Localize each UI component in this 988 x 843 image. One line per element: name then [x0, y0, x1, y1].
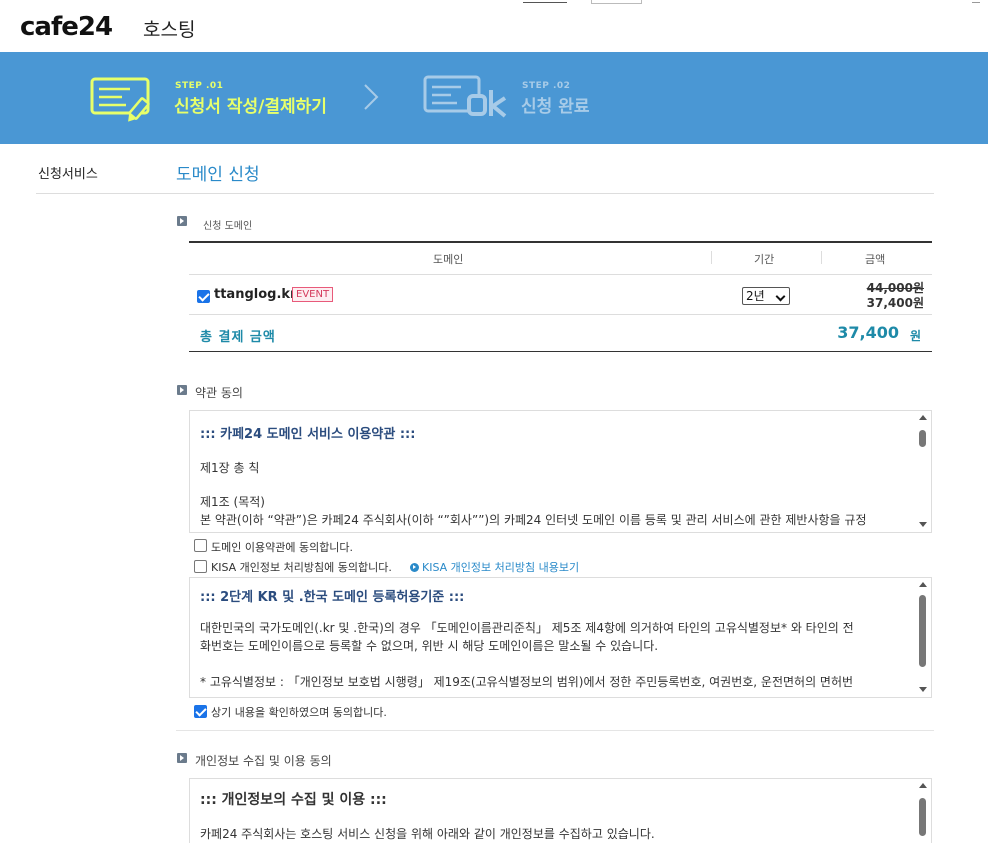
scroll-up-icon[interactable]: [919, 783, 927, 788]
kr-domain-terms-box[interactable]: ::: 2단계 KR 및 .한국 도메인 등록허용기준 ::: 대한민국의 국가…: [189, 577, 932, 698]
terms-scrollbar[interactable]: [915, 411, 931, 532]
column-header-price: 금액: [865, 253, 886, 266]
column-header-domain: 도메인: [433, 253, 464, 266]
agree-kr-checkbox[interactable]: [194, 705, 207, 718]
terms-title: ::: 카페24 도메인 서비스 이용약관 :::: [200, 427, 416, 442]
discount-price: 37,400원: [866, 296, 924, 310]
page-title: 도메인 신청: [176, 165, 260, 185]
scroll-up-icon[interactable]: [919, 415, 927, 420]
privacy-terms-box[interactable]: ::: 개인정보의 수집 및 이용 ::: 카페24 주식회사는 호스팅 서비스…: [189, 778, 932, 843]
top-nav-icon[interactable]: [972, 0, 980, 3]
agree-terms-checkbox[interactable]: [194, 539, 207, 552]
step2-title: 신청 완료: [521, 97, 590, 117]
kr-terms-line: 화번호는 도메인이름으로 등록할 수 없으며, 위반 시 해당 도메인이름은 말…: [200, 639, 659, 653]
agree-kr-label[interactable]: 상기 내용을 확인하였으며 동의합니다.: [211, 704, 387, 720]
step1-number: STEP .01: [175, 81, 224, 91]
agree-kisa-label[interactable]: KISA 개인정보 처리방침에 동의합니다.: [211, 559, 392, 575]
divider: [176, 730, 934, 731]
step2-number: STEP .02: [522, 81, 571, 91]
event-badge: EVENT: [292, 287, 334, 302]
form-complete-icon: [423, 75, 507, 118]
privacy-line: 카페24 주식회사는 호스팅 서비스 신청을 위해 아래와 같이 개인정보를 수…: [200, 827, 655, 841]
total-unit: 원: [909, 329, 921, 343]
divider: [36, 193, 176, 194]
scroll-thumb[interactable]: [919, 798, 926, 836]
bullet-icon: [177, 753, 187, 763]
domain-name: ttanglog.kr: [214, 287, 297, 302]
divider: [176, 193, 934, 194]
logo-subtitle: 호스팅: [143, 19, 196, 41]
top-nav-link[interactable]: [523, 0, 567, 3]
scroll-down-icon[interactable]: [919, 522, 927, 527]
privacy-scrollbar[interactable]: [915, 779, 931, 843]
privacy-title: ::: 개인정보의 수집 및 이용 :::: [200, 792, 387, 808]
kr-terms-scrollbar[interactable]: [915, 578, 931, 697]
total-amount: 37,400: [837, 323, 899, 342]
step1-title: 신청서 작성/결제하기: [174, 97, 327, 117]
privacy-section-heading: 개인정보 수집 및 이용 동의: [195, 754, 332, 768]
column-header-period: 기간: [754, 253, 775, 266]
terms-line: 제1조 (목적): [200, 495, 265, 509]
domain-section-heading: 신청 도메인: [203, 221, 253, 232]
agree-kisa-checkbox[interactable]: [194, 560, 207, 573]
bullet-icon: [177, 216, 187, 226]
total-label: 총 결제 금액: [200, 330, 276, 345]
chevron-right-icon: [364, 84, 379, 110]
kisa-policy-link[interactable]: KISA 개인정보 처리방침 내용보기: [410, 559, 579, 575]
cafe24-logo[interactable]: cafe24: [20, 12, 113, 42]
scroll-up-icon[interactable]: [919, 582, 927, 587]
form-write-icon: [90, 77, 150, 122]
scroll-thumb[interactable]: [919, 430, 926, 447]
terms-section-heading: 약관 동의: [195, 386, 243, 400]
bullet-icon: [177, 385, 187, 395]
step-banner: STEP .01 신청서 작성/결제하기 STEP .02 신청 완료: [0, 52, 988, 144]
scroll-thumb[interactable]: [919, 595, 926, 667]
kr-terms-line: * 고유식별정보 : 「개인정보 보호법 시행령」 제19조(고유식별정보의 범…: [200, 675, 854, 689]
arrow-circle-icon: [410, 563, 419, 572]
scroll-down-icon[interactable]: [919, 687, 927, 692]
terms-line: 본 약관(이하 “약관”)은 카페24 주식회사(이하 “”회사””)의 카페2…: [200, 513, 867, 527]
service-label: 신청서비스: [38, 167, 98, 182]
top-header: cafe24 호스팅: [0, 0, 988, 52]
domain-terms-box[interactable]: ::: 카페24 도메인 서비스 이용약관 ::: 제1장 총 칙 제1조 (목…: [189, 410, 932, 533]
kr-terms-line: 대한민국의 국가도메인(.kr 및 .한국)의 경우 「도메인이름관리준칙」 제…: [200, 621, 854, 635]
kr-terms-title: ::: 2단계 KR 및 .한국 도메인 등록허용기준 :::: [200, 590, 465, 605]
period-select[interactable]: 2년: [742, 287, 790, 305]
terms-line: 제1장 총 칙: [200, 461, 260, 475]
domain-checkbox[interactable]: [197, 290, 210, 303]
agree-terms-label[interactable]: 도메인 이용약관에 동의합니다.: [211, 539, 353, 555]
top-nav-button[interactable]: [591, 0, 642, 4]
